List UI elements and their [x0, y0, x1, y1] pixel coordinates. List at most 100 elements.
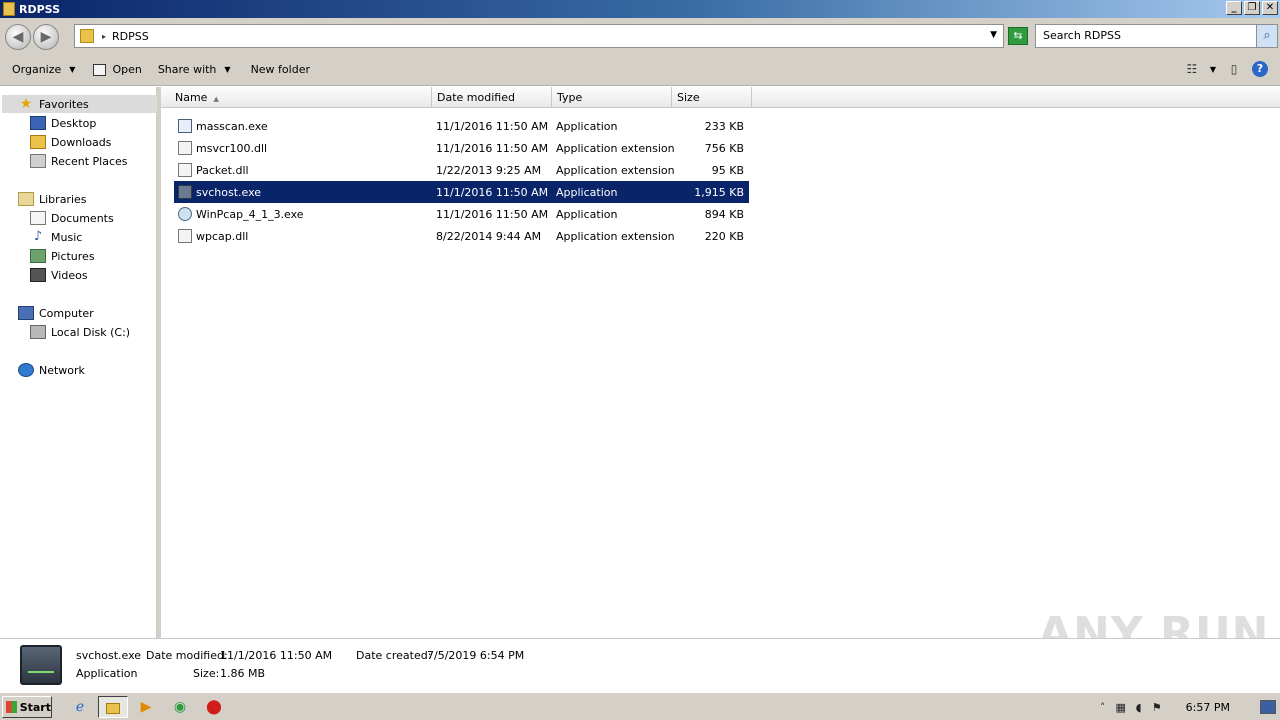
column-header-date[interactable]: Date modified — [432, 87, 552, 108]
file-name: masscan.exe — [196, 119, 268, 133]
refresh-icon: ⇆ — [1013, 29, 1023, 42]
open-label: Open — [112, 63, 142, 76]
file-row-selected[interactable]: svchost.exe 11/1/2016 11:50 AM Applicati… — [174, 181, 749, 203]
search-button[interactable]: ⌕ — [1256, 24, 1278, 48]
file-type: Application extension — [556, 229, 675, 243]
file-size: 220 KB — [704, 229, 744, 243]
taskbar: Start ℯ ▶ ◉ ⬤ ˄ ▦ ◖ ⚑ 6:57 PM — [0, 692, 1280, 720]
window-controls: _ ❐ ✕ — [1226, 1, 1278, 15]
chevron-down-icon[interactable]: ▼ — [1210, 65, 1216, 74]
address-bar[interactable]: ▸ RDPSS ▼ — [74, 24, 1004, 48]
nav-label: Favorites — [39, 97, 89, 111]
breadcrumb-rdpss[interactable]: RDPSS — [112, 30, 149, 43]
show-desktop-icon[interactable] — [1260, 700, 1276, 714]
start-button[interactable]: Start — [2, 696, 52, 718]
refresh-button[interactable]: ⇆ — [1008, 27, 1028, 45]
chrome-icon: ◉ — [173, 699, 187, 715]
chevron-down-icon: ▼ — [224, 65, 231, 74]
open-button[interactable]: Open — [93, 59, 142, 81]
file-size: 756 KB — [704, 141, 744, 155]
close-button[interactable]: ✕ — [1262, 1, 1278, 15]
taskbar-internet-explorer[interactable]: ℯ — [68, 696, 92, 718]
file-size: 894 KB — [704, 207, 744, 221]
chevron-down-icon[interactable]: ▼ — [990, 30, 997, 40]
navigation-pane: ★ Favorites Desktop Downloads Recent Pla… — [0, 87, 157, 638]
nav-documents[interactable]: Documents — [30, 209, 114, 227]
file-row[interactable]: msvcr100.dll 11/1/2016 11:50 AM Applicat… — [174, 137, 749, 159]
file-date: 11/1/2016 11:50 AM — [436, 207, 549, 221]
nav-music[interactable]: ♪ Music — [30, 228, 82, 246]
nav-downloads[interactable]: Downloads — [30, 133, 111, 151]
taskbar-stop-app[interactable]: ⬤ — [202, 696, 226, 718]
forward-button[interactable]: ▶ — [33, 24, 59, 50]
taskbar-explorer[interactable] — [98, 696, 128, 718]
file-name: Packet.dll — [196, 163, 249, 177]
window-title: RDPSS — [19, 2, 61, 16]
file-date: 11/1/2016 11:50 AM — [436, 185, 549, 199]
forward-arrow-icon: ▶ — [40, 29, 52, 45]
nav-videos[interactable]: Videos — [30, 266, 88, 284]
nav-recent-places[interactable]: Recent Places — [30, 152, 128, 170]
nav-label: Network — [39, 363, 85, 377]
file-list: Name ▲ Date modified Type Size masscan.ex… — [161, 87, 1280, 638]
details-modified-value: 11/1/2016 11:50 AM — [220, 649, 333, 662]
column-header-name[interactable]: Name ▲ — [170, 87, 432, 108]
search-icon: ⌕ — [1263, 28, 1271, 43]
clock[interactable]: 6:57 PM — [1186, 701, 1230, 714]
star-icon: ★ — [19, 96, 33, 112]
help-icon[interactable]: ? — [1252, 61, 1268, 77]
details-size-label: Size: — [193, 667, 220, 680]
new-folder-label: New folder — [250, 63, 310, 76]
share-with-label: Share with — [157, 63, 217, 76]
change-view-icon[interactable]: ☷ — [1184, 62, 1200, 76]
nav-network[interactable]: Network — [18, 361, 85, 379]
nav-label: Recent Places — [51, 154, 128, 168]
stop-icon: ⬤ — [206, 699, 222, 715]
file-row[interactable]: Packet.dll 1/22/2013 9:25 AM Application… — [174, 159, 749, 181]
share-with-button[interactable]: Share with ▼ — [158, 59, 231, 81]
file-row[interactable]: WinPcap_4_1_3.exe 11/1/2016 11:50 AM App… — [174, 203, 749, 225]
system-tray: ˄ ▦ ◖ ⚑ 6:57 PM — [1094, 695, 1280, 719]
details-size-value: 1.86 MB — [220, 667, 266, 680]
column-header-size[interactable]: Size — [672, 87, 752, 108]
nav-label: Desktop — [51, 116, 97, 130]
nav-favorites[interactable]: ★ Favorites — [2, 95, 157, 113]
open-icon — [93, 63, 107, 76]
organize-button[interactable]: Organize ▼ — [12, 59, 75, 81]
action-center-flag-icon[interactable]: ⚑ — [1148, 701, 1166, 714]
column-header-type[interactable]: Type — [552, 87, 672, 108]
taskbar-chrome[interactable]: ◉ — [168, 696, 192, 718]
folder-icon — [106, 702, 120, 714]
installer-icon — [178, 207, 192, 221]
chevron-right-icon[interactable]: ▸ — [102, 32, 106, 41]
search-input[interactable]: Search RDPSS — [1035, 24, 1257, 48]
show-hidden-icons-icon[interactable]: ˄ — [1094, 701, 1112, 714]
nav-label: Local Disk (C:) — [51, 325, 131, 339]
new-folder-button[interactable]: New folder — [251, 59, 310, 81]
preview-pane-icon[interactable]: ▯ — [1226, 62, 1242, 76]
network-status-icon[interactable]: ▦ — [1112, 701, 1130, 714]
details-type: Application — [76, 667, 138, 680]
file-row[interactable]: masscan.exe 11/1/2016 11:50 AM Applicati… — [174, 115, 749, 137]
minimize-button[interactable]: _ — [1226, 1, 1242, 15]
file-row[interactable]: wpcap.dll 8/22/2014 9:44 AM Application … — [174, 225, 749, 247]
videos-icon — [30, 268, 46, 282]
recent-places-icon — [30, 154, 46, 168]
sort-ascending-icon: ▲ — [213, 95, 219, 103]
nav-local-disk[interactable]: Local Disk (C:) — [30, 323, 130, 341]
nav-desktop[interactable]: Desktop — [30, 114, 96, 132]
details-created-label: Date created: — [356, 649, 432, 662]
restore-button[interactable]: ❐ — [1244, 1, 1260, 15]
file-date: 8/22/2014 9:44 AM — [436, 229, 542, 243]
volume-icon[interactable]: ◖ — [1130, 701, 1148, 714]
file-type: Application — [556, 185, 618, 199]
dll-icon — [178, 229, 192, 243]
address-row: ◀ ▶ ▸ RDPSS ▼ ⇆ Search RDPSS ⌕ — [0, 18, 1280, 54]
folder-icon — [80, 29, 94, 43]
nav-computer[interactable]: Computer — [18, 304, 94, 322]
taskbar-media-player[interactable]: ▶ — [134, 696, 158, 718]
nav-pictures[interactable]: Pictures — [30, 247, 95, 265]
back-button[interactable]: ◀ — [5, 24, 31, 50]
documents-icon — [30, 211, 46, 225]
nav-libraries[interactable]: Libraries — [18, 190, 87, 208]
